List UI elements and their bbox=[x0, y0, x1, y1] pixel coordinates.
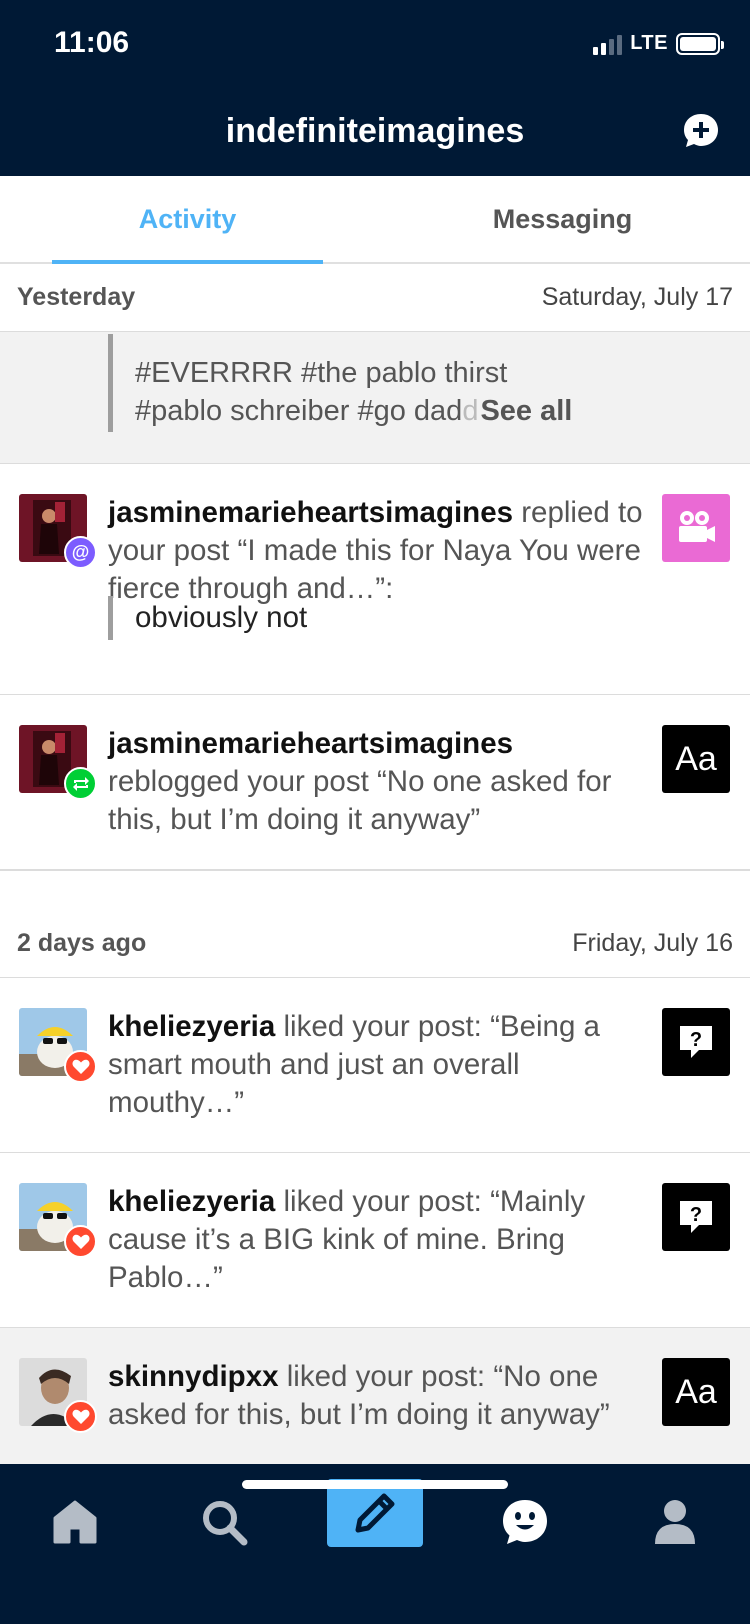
section-divider bbox=[0, 870, 750, 910]
new-message-icon[interactable] bbox=[682, 112, 720, 150]
video-post-icon[interactable] bbox=[662, 494, 730, 562]
svg-text:?: ? bbox=[690, 1204, 702, 1226]
top-bar: 11:06 LTE indefiniteimagines bbox=[0, 0, 750, 176]
section-date: Saturday, July 17 bbox=[541, 283, 733, 311]
activity-icon[interactable] bbox=[495, 1492, 555, 1552]
list-item[interactable]: kheliezyeria liked your post: “Mainly ca… bbox=[0, 1153, 750, 1328]
tag-preview[interactable]: #EVERRRR #the pablo thirst #pablo schrei… bbox=[0, 332, 750, 464]
notification-text: kheliezyeria liked your post: “Being a s… bbox=[108, 1008, 648, 1122]
tab-messaging[interactable]: Messaging bbox=[375, 176, 750, 262]
tab-bar: Activity Messaging bbox=[0, 176, 750, 264]
search-icon[interactable] bbox=[194, 1492, 254, 1552]
list-item[interactable]: skinnydipxx liked your post: “No one ask… bbox=[0, 1328, 750, 1464]
tab-activity[interactable]: Activity bbox=[0, 176, 375, 264]
username[interactable]: kheliezyeria bbox=[108, 1010, 275, 1043]
ask-post-icon[interactable]: ? bbox=[662, 1183, 730, 1251]
reply-quote: obviously not bbox=[108, 596, 508, 640]
text-post-icon[interactable]: Aa bbox=[662, 725, 730, 793]
list-item[interactable]: kheliezyeria liked your post: “Being a s… bbox=[0, 978, 750, 1153]
username[interactable]: jasminemarieheartsimagines bbox=[108, 496, 513, 529]
signal-icon bbox=[593, 33, 623, 55]
tag-line-2: #pablo schreiber #go dadd bbox=[135, 395, 479, 427]
list-item[interactable]: @ jasminemarieheartsimagines replied to … bbox=[0, 464, 750, 695]
section-relative-date: Yesterday bbox=[17, 283, 136, 311]
tag-quote: #EVERRRR #the pablo thirst #pablo schrei… bbox=[108, 334, 628, 432]
home-indicator[interactable] bbox=[242, 1480, 508, 1489]
like-badge-icon bbox=[64, 1225, 97, 1258]
like-badge-icon bbox=[64, 1050, 97, 1083]
svg-text:?: ? bbox=[690, 1029, 702, 1051]
mention-badge-icon: @ bbox=[64, 536, 97, 569]
blog-title[interactable]: indefiniteimagines bbox=[0, 112, 750, 151]
activity-feed[interactable]: Yesterday Saturday, July 17 #EVERRRR #th… bbox=[0, 264, 750, 1464]
tag-line-1: #EVERRRR #the pablo thirst bbox=[135, 357, 508, 389]
compose-icon bbox=[355, 1493, 395, 1533]
status-time: 11:06 bbox=[54, 26, 130, 59]
compose-button[interactable] bbox=[327, 1479, 423, 1547]
notification-action: reblogged your post “No one asked for th… bbox=[108, 765, 612, 836]
username[interactable]: kheliezyeria bbox=[108, 1185, 275, 1218]
section-relative-date: 2 days ago bbox=[17, 929, 147, 957]
see-all-link[interactable]: See all bbox=[480, 392, 572, 430]
network-label: LTE bbox=[630, 32, 668, 54]
battery-icon bbox=[676, 32, 724, 55]
list-item[interactable]: jasminemarieheartsimagines reblogged you… bbox=[0, 695, 750, 870]
like-badge-icon bbox=[64, 1400, 97, 1433]
section-header: Yesterday Saturday, July 17 bbox=[0, 264, 750, 332]
text-post-icon[interactable]: Aa bbox=[662, 1358, 730, 1426]
notification-text: jasminemarieheartsimagines reblogged you… bbox=[108, 725, 648, 839]
home-icon[interactable] bbox=[45, 1492, 105, 1552]
section-header: 2 days ago Friday, July 16 bbox=[0, 910, 750, 978]
ask-post-icon[interactable]: ? bbox=[662, 1008, 730, 1076]
section-date: Friday, July 16 bbox=[572, 929, 733, 957]
notification-text: skinnydipxx liked your post: “No one ask… bbox=[108, 1358, 648, 1434]
notification-text: jasminemarieheartsimagines replied to yo… bbox=[108, 494, 648, 608]
account-icon[interactable] bbox=[645, 1492, 705, 1552]
username[interactable]: skinnydipxx bbox=[108, 1360, 279, 1393]
status-indicators: LTE bbox=[593, 32, 724, 55]
username[interactable]: jasminemarieheartsimagines bbox=[108, 727, 513, 760]
notification-text: kheliezyeria liked your post: “Mainly ca… bbox=[108, 1183, 648, 1297]
reblog-badge-icon bbox=[64, 767, 97, 800]
